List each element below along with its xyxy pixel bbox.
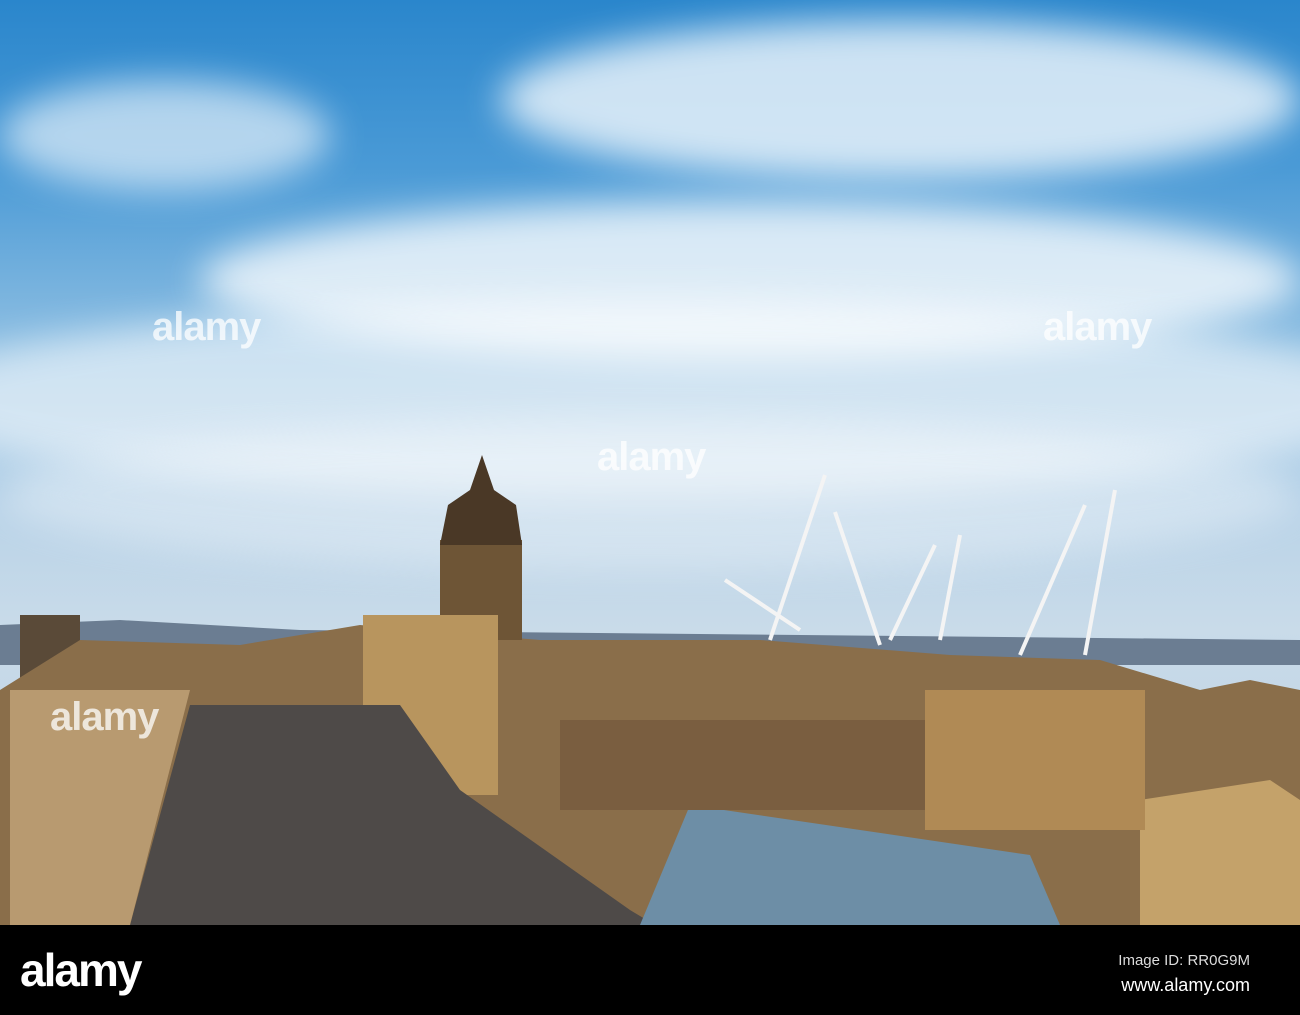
footer-bar: alamy Image ID: RR0G9M www.alamy.com [0, 925, 1300, 1015]
alamy-logo: alamy [20, 944, 142, 996]
sunlit-building [1140, 780, 1300, 925]
watermark: alamy [152, 305, 261, 349]
crown-spire [440, 455, 522, 545]
image-id: Image ID: RR0G9M [1118, 952, 1250, 969]
buildings [560, 720, 930, 810]
watermark: alamy [1043, 305, 1152, 349]
construction-cranes [723, 474, 1117, 656]
website-link[interactable]: www.alamy.com [1121, 975, 1250, 996]
buildings [925, 690, 1145, 830]
watermark: alamy [50, 695, 159, 739]
edinburgh-skyline-photo: alamy alamy alamy alamy [0, 0, 1300, 925]
stock-photo: alamy alamy alamy alamy alamy Image ID: … [0, 0, 1300, 1015]
watermark: alamy [597, 435, 706, 479]
